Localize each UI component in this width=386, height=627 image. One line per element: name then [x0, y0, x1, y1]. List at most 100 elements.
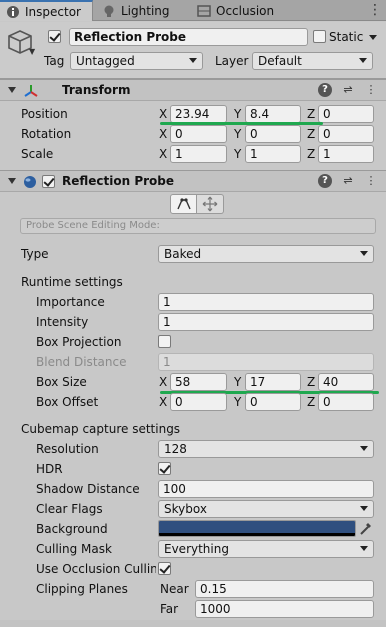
eyedropper-icon[interactable]	[358, 520, 374, 537]
chevron-down-icon	[360, 546, 368, 551]
blend-distance-field: 1	[158, 353, 374, 371]
presets-icon[interactable]: ⇌	[341, 174, 355, 188]
foldout-arrow-icon[interactable]	[8, 87, 16, 93]
near-clip-field[interactable]: 0.15	[195, 580, 374, 598]
tag-label: Tag	[44, 54, 65, 68]
axis-x-label[interactable]: X	[159, 126, 167, 142]
position-y-field[interactable]: 8.4	[245, 105, 301, 123]
chevron-down-icon	[359, 58, 367, 63]
tab-occlusion[interactable]: Occlusion	[191, 0, 301, 21]
rotation-z-field[interactable]: 0	[318, 125, 374, 143]
shadow-distance-field[interactable]: 100	[158, 480, 374, 498]
color-swatch	[159, 521, 355, 533]
transform-header[interactable]: Transform ? ⇌ ⋮	[0, 79, 386, 101]
reflection-probe-header[interactable]: Reflection Probe ? ⇌ ⋮	[0, 170, 386, 192]
scale-x-field[interactable]: 1	[170, 145, 227, 163]
static-dropdown-icon[interactable]	[369, 35, 377, 40]
type-label: Type	[21, 247, 49, 261]
resolution-dropdown[interactable]: 128	[158, 440, 374, 458]
move-arrows-icon	[202, 196, 218, 212]
layer-dropdown[interactable]: Default	[252, 52, 373, 70]
far-clip-field[interactable]: 1000	[195, 600, 374, 618]
kebab-menu-icon[interactable]: ⋮	[364, 83, 378, 97]
far-label[interactable]: Far	[160, 601, 178, 617]
help-icon[interactable]: ?	[318, 174, 332, 188]
axis-y-label[interactable]: Y	[234, 126, 241, 142]
scale-y-field[interactable]: 1	[245, 145, 301, 163]
axis-z-label[interactable]: Z	[307, 374, 315, 390]
edit-origin-button[interactable]	[197, 194, 224, 214]
object-name-field[interactable]: Reflection Probe	[69, 28, 308, 46]
rotation-x-field[interactable]: 0	[170, 125, 227, 143]
intensity-field[interactable]: 1	[158, 313, 374, 331]
help-icon[interactable]: ?	[318, 83, 332, 97]
info-icon	[6, 5, 20, 19]
shadow-distance-label: Shadow Distance	[36, 482, 140, 496]
axis-x-label[interactable]: X	[159, 394, 167, 410]
component-enabled-checkbox[interactable]	[42, 175, 55, 188]
presets-icon[interactable]: ⇌	[341, 83, 355, 97]
culling-mask-dropdown[interactable]: Everything	[158, 540, 374, 558]
hdr-label: HDR	[36, 462, 63, 476]
kebab-menu-icon[interactable]: ⋮	[368, 3, 382, 17]
edit-bounds-button[interactable]	[170, 194, 197, 214]
kebab-menu-icon[interactable]: ⋮	[364, 174, 378, 188]
axis-y-label[interactable]: Y	[234, 374, 241, 390]
axis-y-label[interactable]: Y	[234, 106, 241, 122]
chevron-down-icon[interactable]: ▼	[29, 47, 35, 56]
scale-z-field[interactable]: 1	[318, 145, 374, 163]
box-size-x-field[interactable]: 58	[170, 373, 227, 391]
axis-x-label[interactable]: X	[159, 146, 167, 162]
axis-y-label[interactable]: Y	[234, 394, 241, 410]
reflection-probe-title: Reflection Probe	[62, 174, 175, 188]
tab-lighting[interactable]: Lighting	[96, 0, 191, 21]
axis-x-label[interactable]: X	[159, 106, 167, 122]
axis-z-label[interactable]: Z	[307, 394, 315, 410]
box-offset-z-field[interactable]: 0	[318, 393, 374, 411]
near-label[interactable]: Near	[160, 581, 189, 597]
tab-label: Lighting	[121, 3, 170, 18]
position-x-field[interactable]: 23.94	[170, 105, 227, 123]
reflection-probe-icon	[23, 175, 37, 189]
rotation-y-field[interactable]: 0	[245, 125, 301, 143]
axis-z-label[interactable]: Z	[307, 106, 315, 122]
position-z-field[interactable]: 0	[318, 105, 374, 123]
axis-z-label[interactable]: Z	[307, 146, 315, 162]
axis-z-label[interactable]: Z	[307, 126, 315, 142]
box-projection-checkbox[interactable]	[158, 335, 171, 348]
active-checkbox[interactable]	[48, 30, 61, 43]
bottom-strip	[0, 620, 386, 627]
axis-x-label[interactable]: X	[159, 374, 167, 390]
clear-flags-dropdown[interactable]: Skybox	[158, 500, 374, 518]
importance-label: Importance	[36, 295, 105, 309]
resolution-label: Resolution	[36, 442, 99, 456]
tab-inspector[interactable]: Inspector	[0, 0, 93, 21]
edit-bounds-icon	[176, 198, 191, 210]
foldout-arrow-icon[interactable]	[8, 178, 16, 184]
box-offset-y-field[interactable]: 0	[245, 393, 301, 411]
resolution-value: 128	[164, 442, 187, 456]
transform-icon	[23, 83, 39, 99]
clear-flags-label: Clear Flags	[36, 502, 103, 516]
blend-distance-label: Blend Distance	[36, 355, 127, 369]
bulb-icon	[102, 4, 116, 18]
hdr-checkbox[interactable]	[158, 462, 171, 475]
importance-field[interactable]: 1	[158, 293, 374, 311]
layer-value: Default	[258, 54, 302, 68]
box-offset-x-field[interactable]: 0	[170, 393, 227, 411]
tab-label: Inspector	[25, 4, 81, 19]
axis-y-label[interactable]: Y	[234, 146, 241, 162]
tag-dropdown[interactable]: Untagged	[70, 52, 203, 70]
chevron-down-icon	[360, 446, 368, 451]
type-dropdown[interactable]: Baked	[158, 245, 374, 263]
box-size-y-field[interactable]: 17	[245, 373, 301, 391]
box-projection-label: Box Projection	[36, 335, 122, 349]
edit-mode-buttons	[170, 194, 224, 214]
clipping-planes-label: Clipping Planes	[36, 582, 128, 596]
background-color-field[interactable]	[158, 520, 356, 537]
use-occlusion-culling-checkbox[interactable]	[158, 562, 171, 575]
probe-scene-editing-mode: Probe Scene Editing Mode:	[20, 218, 376, 234]
box-size-z-field[interactable]: 40	[318, 373, 374, 391]
static-checkbox[interactable]	[313, 30, 326, 43]
clear-flags-value: Skybox	[164, 502, 207, 516]
